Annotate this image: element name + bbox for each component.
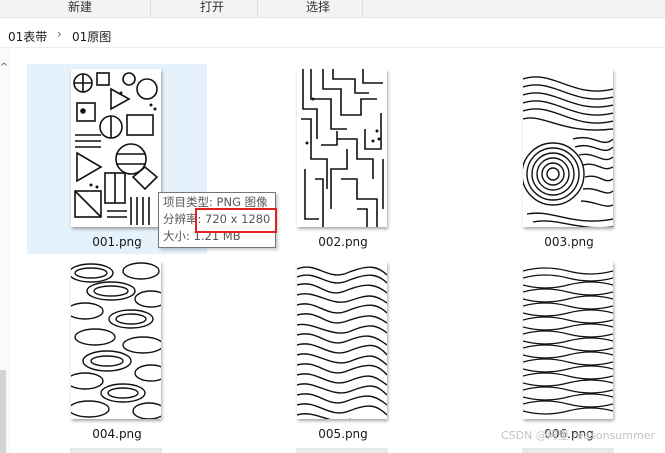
thumbnail-waves [523,261,613,419]
file-name: 003.png [544,235,594,249]
thumbnail-circuit [297,69,387,227]
watermark: CSDN @阿里 reasonsummer [501,429,655,442]
file-tile-005[interactable]: 005.png [253,256,433,446]
next-row-thumbnail [296,448,388,453]
select-button[interactable]: 选择 [278,0,358,18]
divider [257,0,258,18]
resolution-highlight-box [195,208,277,233]
command-bar: 新建 打开 选择 [0,0,665,18]
thumbnail-ovals [71,261,161,419]
new-button[interactable]: 新建 [40,0,120,18]
thumbnail-maze [297,261,387,419]
divider [150,0,151,18]
scrollbar-thumb[interactable] [0,370,6,453]
thumbnail-swirl [523,69,613,227]
breadcrumb-item-watch-band[interactable]: 01表带 [8,28,47,45]
scroll-up-icon[interactable]: ^ [0,62,8,73]
open-button[interactable]: 打开 [172,0,252,18]
next-row-thumbnail [70,448,162,453]
breadcrumb: 01表带 › 01原图 [0,24,665,48]
chevron-right-icon: › [57,27,62,41]
thumbnail-geometric [71,69,161,227]
breadcrumb-item-originals[interactable]: 01原图 [72,28,111,45]
divider [362,0,363,18]
file-tile-002[interactable]: 002.png [253,64,433,254]
file-name: 004.png [92,427,142,441]
file-name: 002.png [318,235,368,249]
next-row-thumbnail [522,448,614,453]
file-name: 005.png [318,427,368,441]
file-tile-006[interactable]: 006.png [479,256,659,446]
file-tile-003[interactable]: 003.png [479,64,659,254]
file-tile-004[interactable]: 004.png [27,256,207,446]
